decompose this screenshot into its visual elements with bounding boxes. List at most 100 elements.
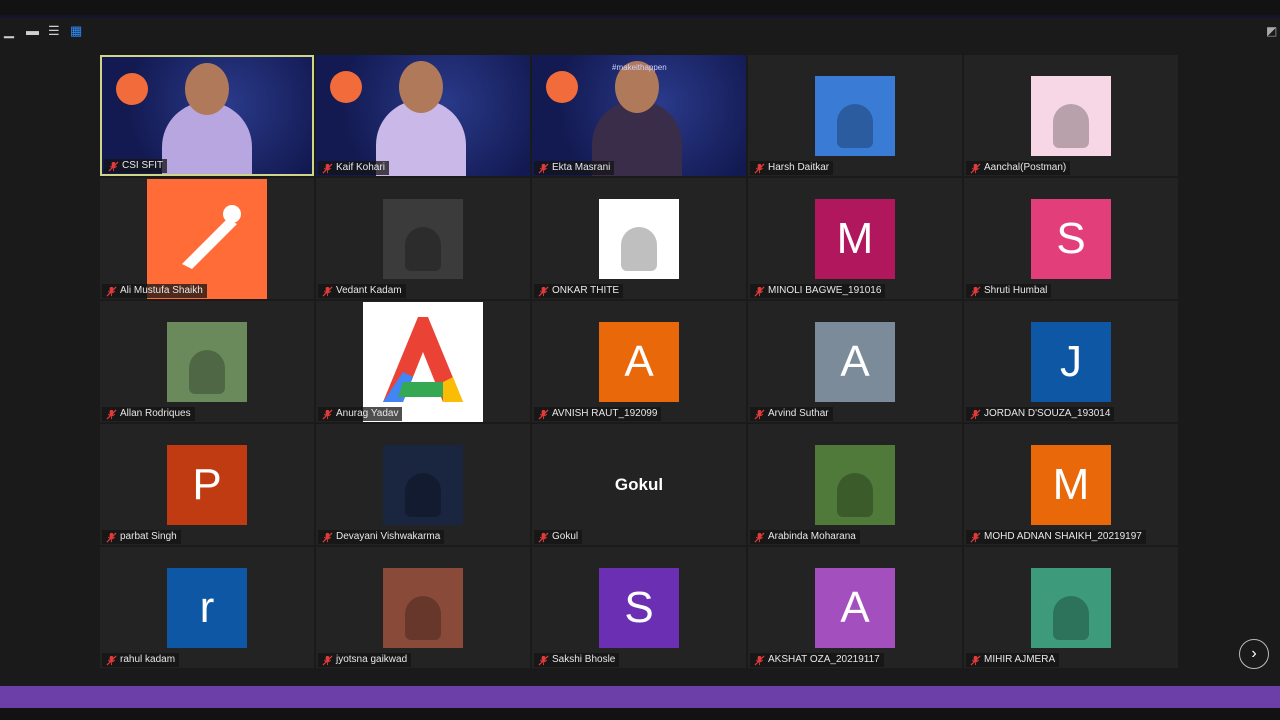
participant-tile[interactable]: Kaif Kohari: [316, 55, 530, 176]
mic-muted-icon: [970, 162, 984, 174]
top-bar: [0, 0, 1280, 18]
participant-tile[interactable]: Devayani Vishwakarma: [316, 424, 530, 545]
mic-muted-icon: [970, 531, 984, 543]
mic-muted-icon: [754, 408, 768, 420]
mic-muted-icon: [538, 285, 552, 297]
minimize-icon[interactable]: ▁: [4, 22, 14, 40]
postman-logo-icon: [330, 71, 362, 103]
grid-view-icon[interactable]: ▦: [70, 22, 82, 40]
mic-muted-icon: [970, 408, 984, 420]
participant-name: jyotsna gaikwad: [336, 654, 408, 665]
participant-name: Arvind Suthar: [768, 408, 829, 419]
participant-tile[interactable]: Vedant Kadam: [316, 178, 530, 299]
participant-avatar: A: [815, 322, 895, 402]
avatar-letter: P: [192, 460, 222, 509]
participant-avatar: [383, 568, 463, 648]
participant-name: Ali Mustufa Shaikh: [120, 285, 203, 296]
participant-tile[interactable]: r rahul kadam: [100, 547, 314, 668]
avatar-letter: M: [836, 214, 874, 263]
speaker-view-icon[interactable]: ▬: [26, 22, 39, 40]
participant-name: MOHD ADNAN SHAIKH_20219197: [984, 531, 1142, 542]
participant-name: MIHIR AJMERA: [984, 654, 1056, 665]
gallery-list-icon[interactable]: ☰: [48, 22, 60, 40]
participant-avatar: M: [815, 199, 895, 279]
photo-silhouette: [405, 473, 441, 517]
participant-name-label: Shruti Humbal: [966, 284, 1052, 298]
participant-avatar: A: [599, 322, 679, 402]
avatar-letter: M: [1052, 460, 1090, 509]
letter-a-logo-icon: [363, 302, 483, 422]
photo-silhouette: [837, 104, 873, 148]
mic-muted-icon: [538, 408, 552, 420]
mic-muted-icon: [754, 531, 768, 543]
mic-muted-icon: [970, 654, 984, 666]
mic-muted-icon: [322, 654, 336, 666]
participant-name-label: MIHIR AJMERA: [966, 653, 1060, 667]
video-feed: [102, 57, 312, 174]
participant-name-label: Vedant Kadam: [318, 284, 406, 298]
mic-muted-icon: [108, 160, 122, 172]
participant-tile[interactable]: A Arvind Suthar: [748, 301, 962, 422]
participant-name: Ekta Masrani: [552, 162, 611, 173]
participant-tile[interactable]: M MINOLI BAGWE_191016: [748, 178, 962, 299]
participant-tile[interactable]: A AKSHAT OZA_20219117: [748, 547, 962, 668]
photo-silhouette: [837, 473, 873, 517]
participant-tile[interactable]: Gokul Gokul: [532, 424, 746, 545]
participant-name-label: Ali Mustufa Shaikh: [102, 284, 207, 298]
participant-name-label: AKSHAT OZA_20219117: [750, 653, 884, 667]
participant-tile[interactable]: Ali Mustufa Shaikh: [100, 178, 314, 299]
participant-avatar: [383, 199, 463, 279]
participant-tile[interactable]: M MOHD ADNAN SHAIKH_20219197: [964, 424, 1178, 545]
fullscreen-icon[interactable]: ◩: [1266, 24, 1277, 38]
participant-name-label: Anurag Yadav: [318, 407, 403, 421]
participant-name: Vedant Kadam: [336, 285, 402, 296]
participant-tile[interactable]: Aanchal(Postman): [964, 55, 1178, 176]
participant-tile[interactable]: Anurag Yadav: [316, 301, 530, 422]
participant-name: Anurag Yadav: [336, 408, 399, 419]
participant-tile[interactable]: Harsh Daitkar: [748, 55, 962, 176]
participant-tile[interactable]: S Sakshi Bhosle: [532, 547, 746, 668]
mic-muted-icon: [322, 285, 336, 297]
participant-name: Harsh Daitkar: [768, 162, 830, 173]
participant-avatar: J: [1031, 322, 1111, 402]
participant-name-label: jyotsna gaikwad: [318, 653, 412, 667]
avatar-letter: A: [840, 337, 870, 386]
participant-tile[interactable]: #makeithappen Ekta Masrani: [532, 55, 746, 176]
participant-tile[interactable]: ONKAR THITE: [532, 178, 746, 299]
participant-avatar: P: [167, 445, 247, 525]
participant-name-label: rahul kadam: [102, 653, 180, 667]
participant-avatar: [383, 445, 463, 525]
photo-silhouette: [189, 350, 225, 394]
participant-name: ONKAR THITE: [552, 285, 620, 296]
participant-name-label: ONKAR THITE: [534, 284, 624, 298]
participant-tile[interactable]: CSI SFIT: [100, 55, 314, 176]
participant-name: parbat Singh: [120, 531, 177, 542]
participant-tile[interactable]: Arabinda Moharana: [748, 424, 962, 545]
participant-tile[interactable]: J JORDAN D'SOUZA_193014: [964, 301, 1178, 422]
mic-muted-icon: [754, 162, 768, 174]
participant-name-label: Arabinda Moharana: [750, 530, 860, 544]
mic-muted-icon: [970, 285, 984, 297]
avatar-letter: S: [1056, 214, 1086, 263]
participant-name: Gokul: [552, 531, 579, 542]
participant-name: Allan Rodriques: [120, 408, 191, 419]
next-page-button[interactable]: ›: [1239, 639, 1269, 669]
photo-silhouette: [1053, 596, 1089, 640]
participant-name: AKSHAT OZA_20219117: [768, 654, 880, 665]
mic-muted-icon: [322, 162, 336, 174]
participant-tile[interactable]: S Shruti Humbal: [964, 178, 1178, 299]
participant-grid: CSI SFIT Kaif Kohari #makeithappen Ekta Mas…: [100, 55, 1178, 668]
participant-avatar: r: [167, 568, 247, 648]
participant-tile[interactable]: MIHIR AJMERA: [964, 547, 1178, 668]
participant-tile[interactable]: Pparbat Singh: [100, 424, 314, 545]
participant-avatar: A: [815, 568, 895, 648]
participant-tile[interactable]: Allan Rodriques: [100, 301, 314, 422]
participant-name-label: MOHD ADNAN SHAIKH_20219197: [966, 530, 1146, 544]
bottom-accent-bar: [0, 686, 1280, 708]
photo-silhouette: [405, 227, 441, 271]
participant-tile[interactable]: jyotsna gaikwad: [316, 547, 530, 668]
participant-tile[interactable]: A AVNISH RAUT_192099: [532, 301, 746, 422]
bottom-strip: [0, 708, 1280, 720]
photo-silhouette: [405, 596, 441, 640]
participant-avatar: [363, 302, 483, 422]
